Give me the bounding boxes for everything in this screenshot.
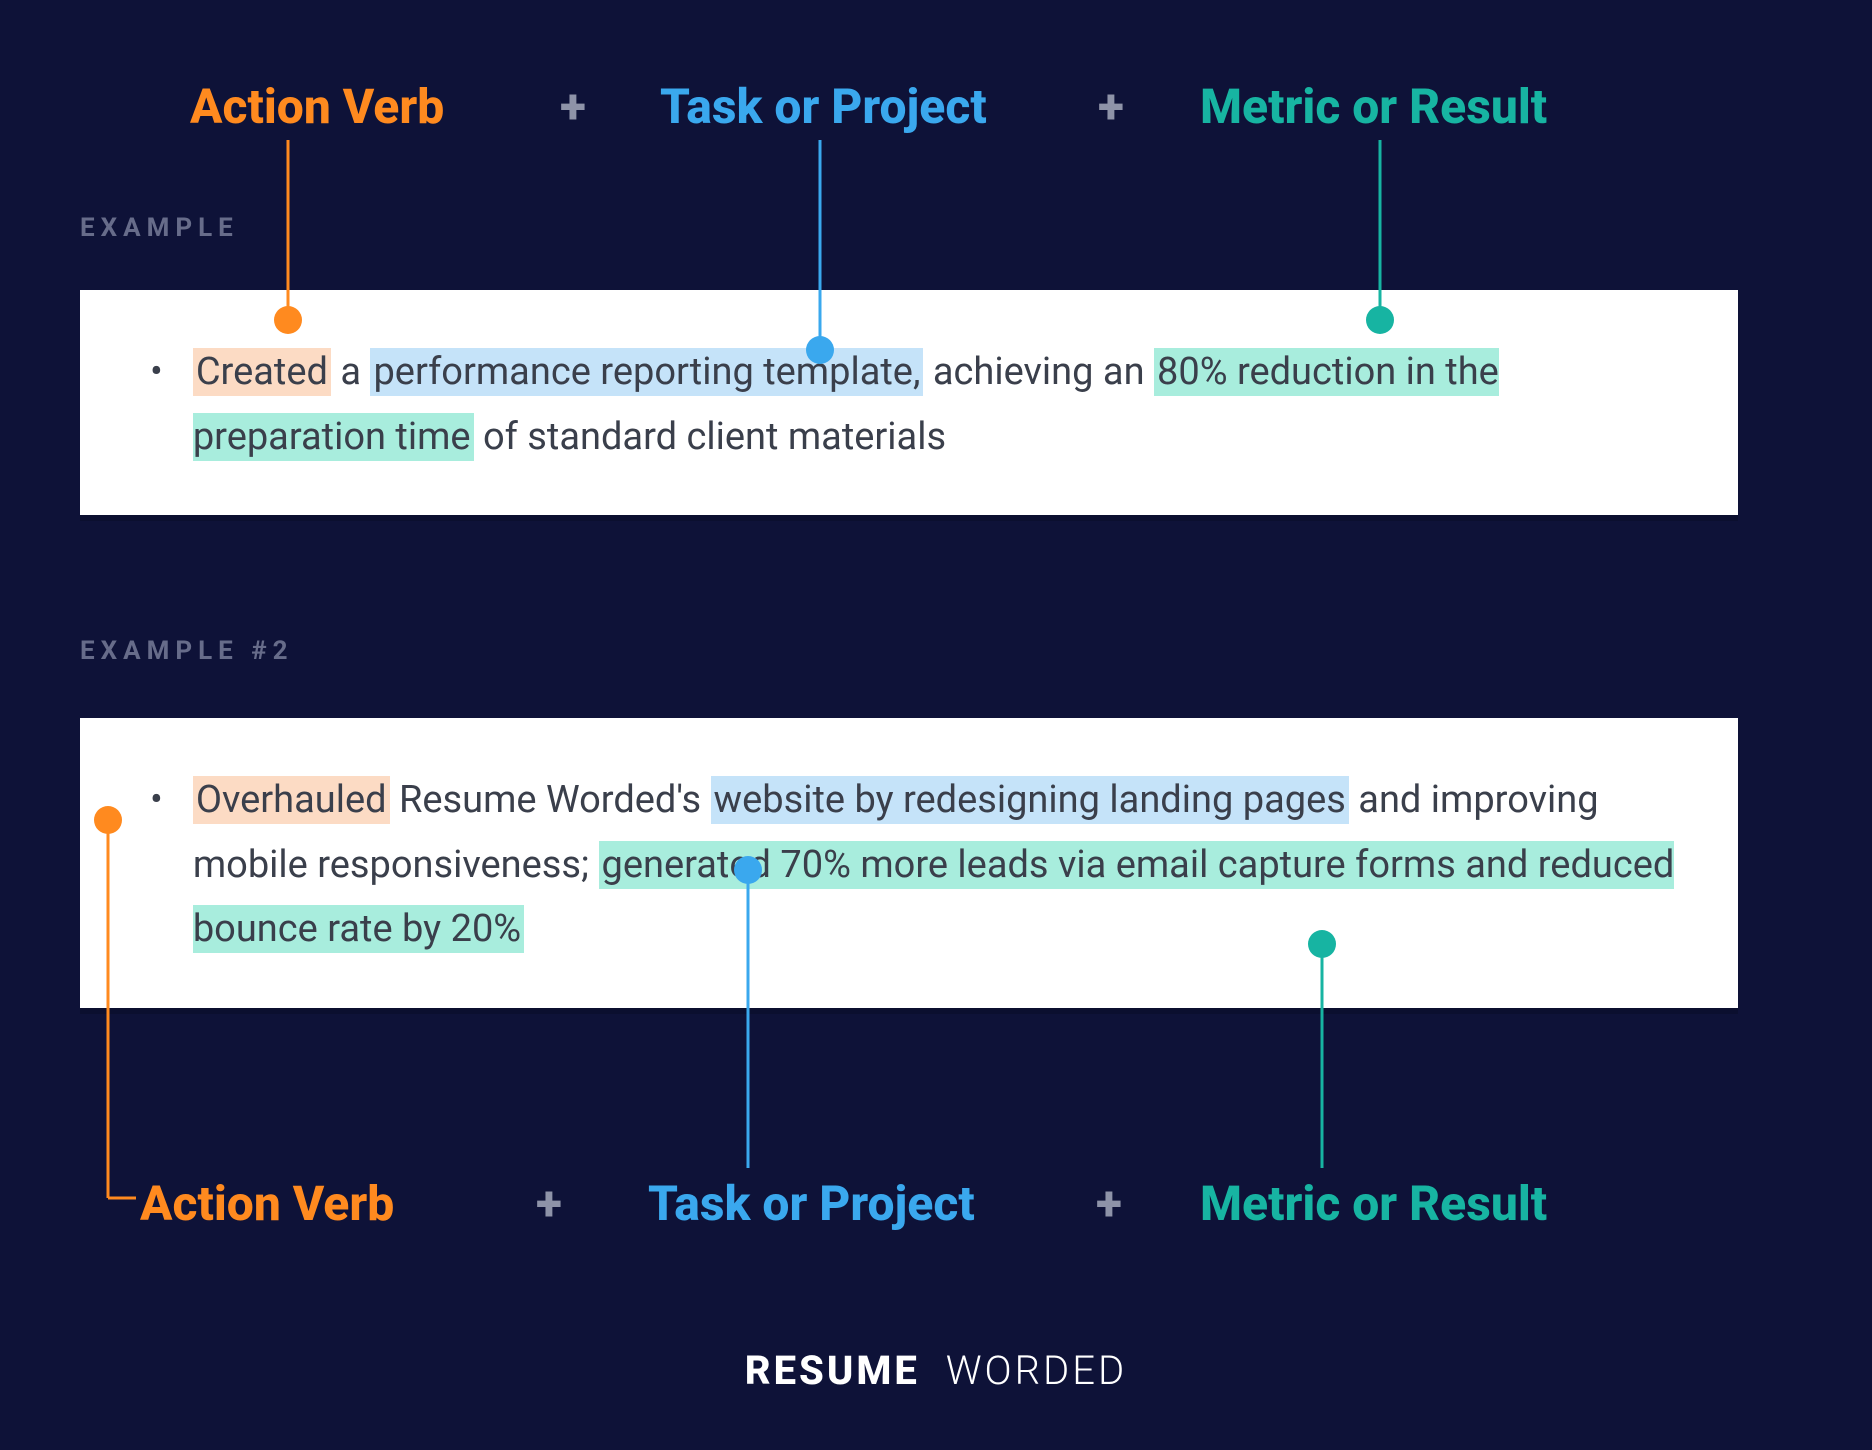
- example-2-bullet: • Overhauled Resume Worded's website by …: [140, 768, 1678, 962]
- diagram-stage: Action Verb + Task or Project + Metric o…: [0, 0, 1872, 1450]
- footer-bold: RESUME: [745, 1347, 920, 1394]
- example-1-task-highlight: performance reporting template,: [370, 348, 923, 396]
- formula-plus-2-top: +: [1098, 78, 1124, 135]
- formula-action-verb-top: Action Verb: [190, 78, 444, 135]
- formula-action-verb-bottom: Action Verb: [140, 1175, 394, 1232]
- formula-task-bottom: Task or Project: [648, 1175, 975, 1232]
- formula-plus-1-top: +: [560, 78, 586, 135]
- example-2-verb-highlight: Overhauled: [193, 776, 390, 824]
- example-1-plain-2: achieving an: [923, 350, 1154, 394]
- example-1-plain-3: of standard client materials: [474, 415, 947, 459]
- example-1-text: Created a performance reporting template…: [193, 340, 1678, 469]
- formula-task-top: Task or Project: [660, 78, 987, 135]
- footer-logo: RESUME WORDED: [0, 1347, 1872, 1394]
- example-2-plain-1: Resume Worded's: [390, 778, 711, 822]
- footer-light: WORDED: [946, 1347, 1128, 1394]
- example-2-text: Overhauled Resume Worded's website by re…: [193, 768, 1678, 962]
- formula-metric-bottom: Metric or Result: [1200, 1175, 1547, 1232]
- formula-metric-top: Metric or Result: [1200, 78, 1547, 135]
- example-2-card: • Overhauled Resume Worded's website by …: [80, 718, 1738, 1008]
- example-1-card: • Created a performance reporting templa…: [80, 290, 1738, 515]
- bullet-dot-icon: •: [150, 768, 163, 833]
- formula-plus-2-bottom: +: [1096, 1175, 1122, 1232]
- section-label-example: EXAMPLE: [80, 213, 239, 243]
- formula-plus-1-bottom: +: [536, 1175, 562, 1232]
- example-2-task-highlight: website by redesigning landing pages: [711, 776, 1349, 824]
- bullet-dot-icon: •: [150, 340, 163, 405]
- example-1-bullet: • Created a performance reporting templa…: [140, 340, 1678, 469]
- example-1-verb-highlight: Created: [193, 348, 331, 396]
- section-label-example-2: EXAMPLE #2: [80, 636, 294, 666]
- example-1-plain-1: a: [331, 350, 371, 394]
